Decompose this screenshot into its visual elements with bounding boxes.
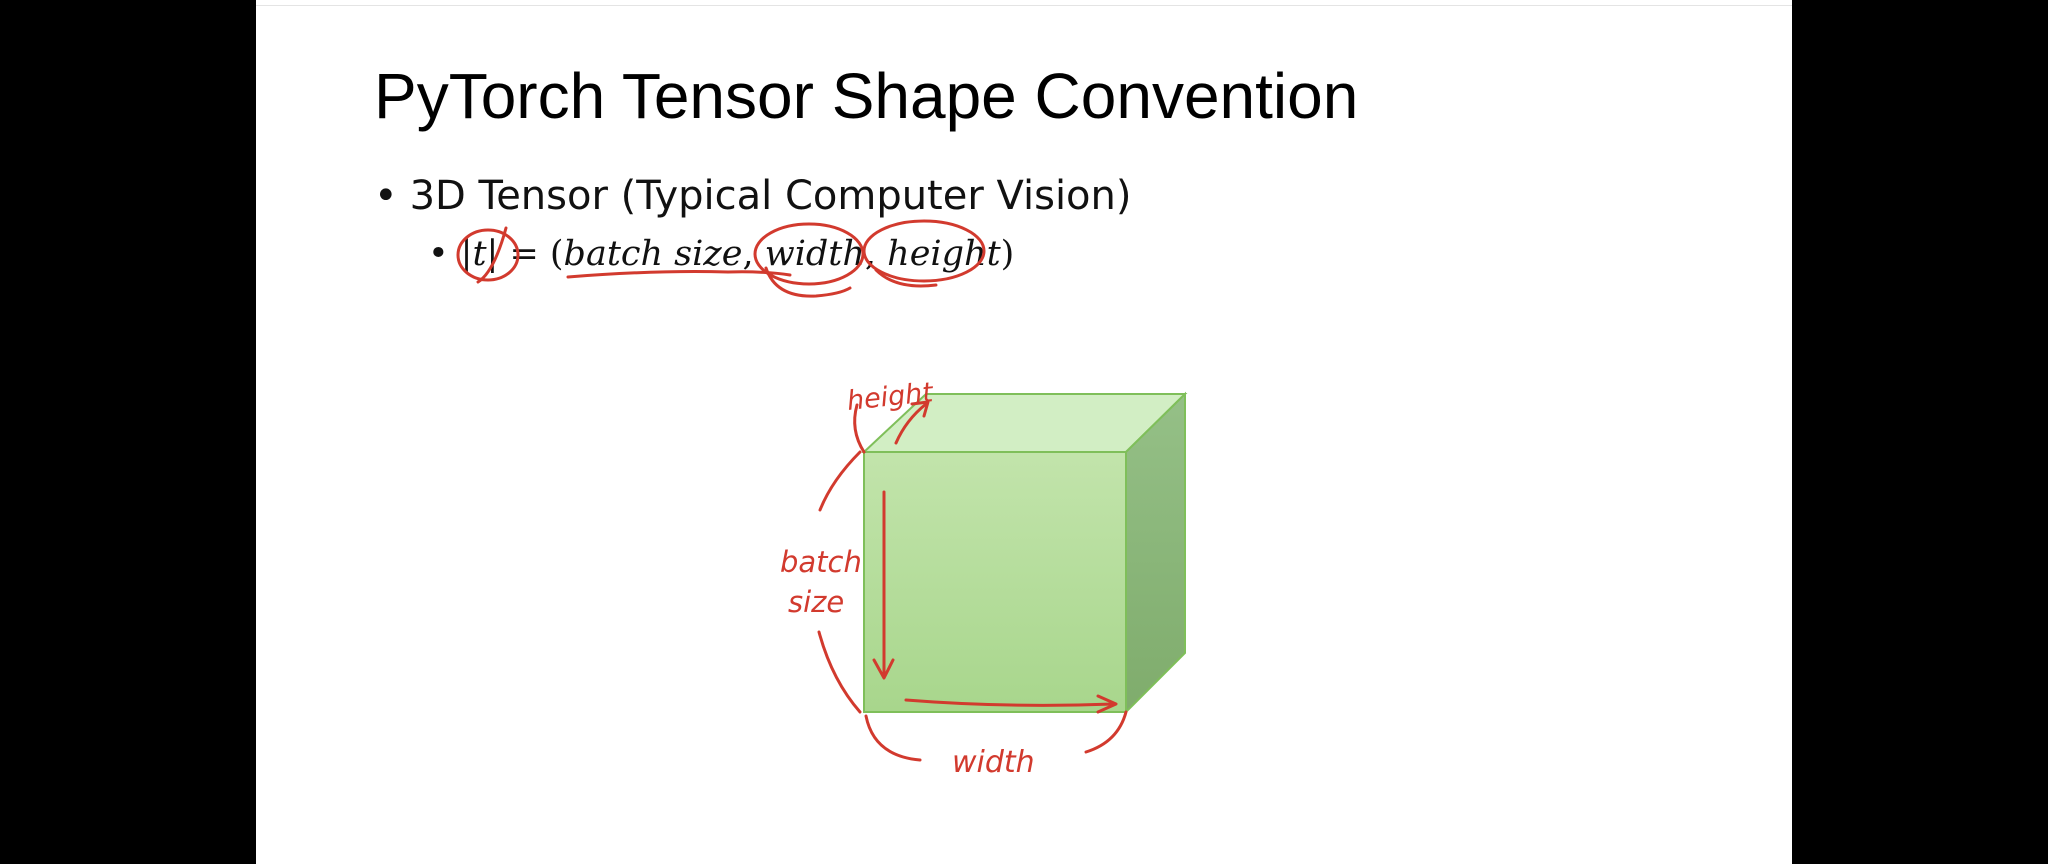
brace-width-right <box>1084 710 1128 754</box>
presentation-slide: PyTorch Tensor Shape Convention • 3D Tens… <box>256 0 1792 864</box>
brace-width-left <box>864 714 922 762</box>
cube-front-face <box>863 451 1127 713</box>
label-size: size <box>788 585 844 619</box>
circle-mark-width <box>753 222 865 286</box>
underline-batch-size <box>566 270 792 279</box>
screen: PyTorch Tensor Shape Convention • 3D Tens… <box>0 0 2048 864</box>
tensor-cube-3d <box>861 391 1188 715</box>
label-batch: batch <box>780 545 862 579</box>
label-width: width <box>952 745 1035 780</box>
slide-drawing-layer: height batch size width <box>456 219 1188 780</box>
tick-mark-t <box>476 226 508 284</box>
brace-batch-size-top <box>818 450 862 512</box>
circle-mark-height <box>862 219 986 283</box>
brace-batch-size-bottom <box>817 630 862 714</box>
